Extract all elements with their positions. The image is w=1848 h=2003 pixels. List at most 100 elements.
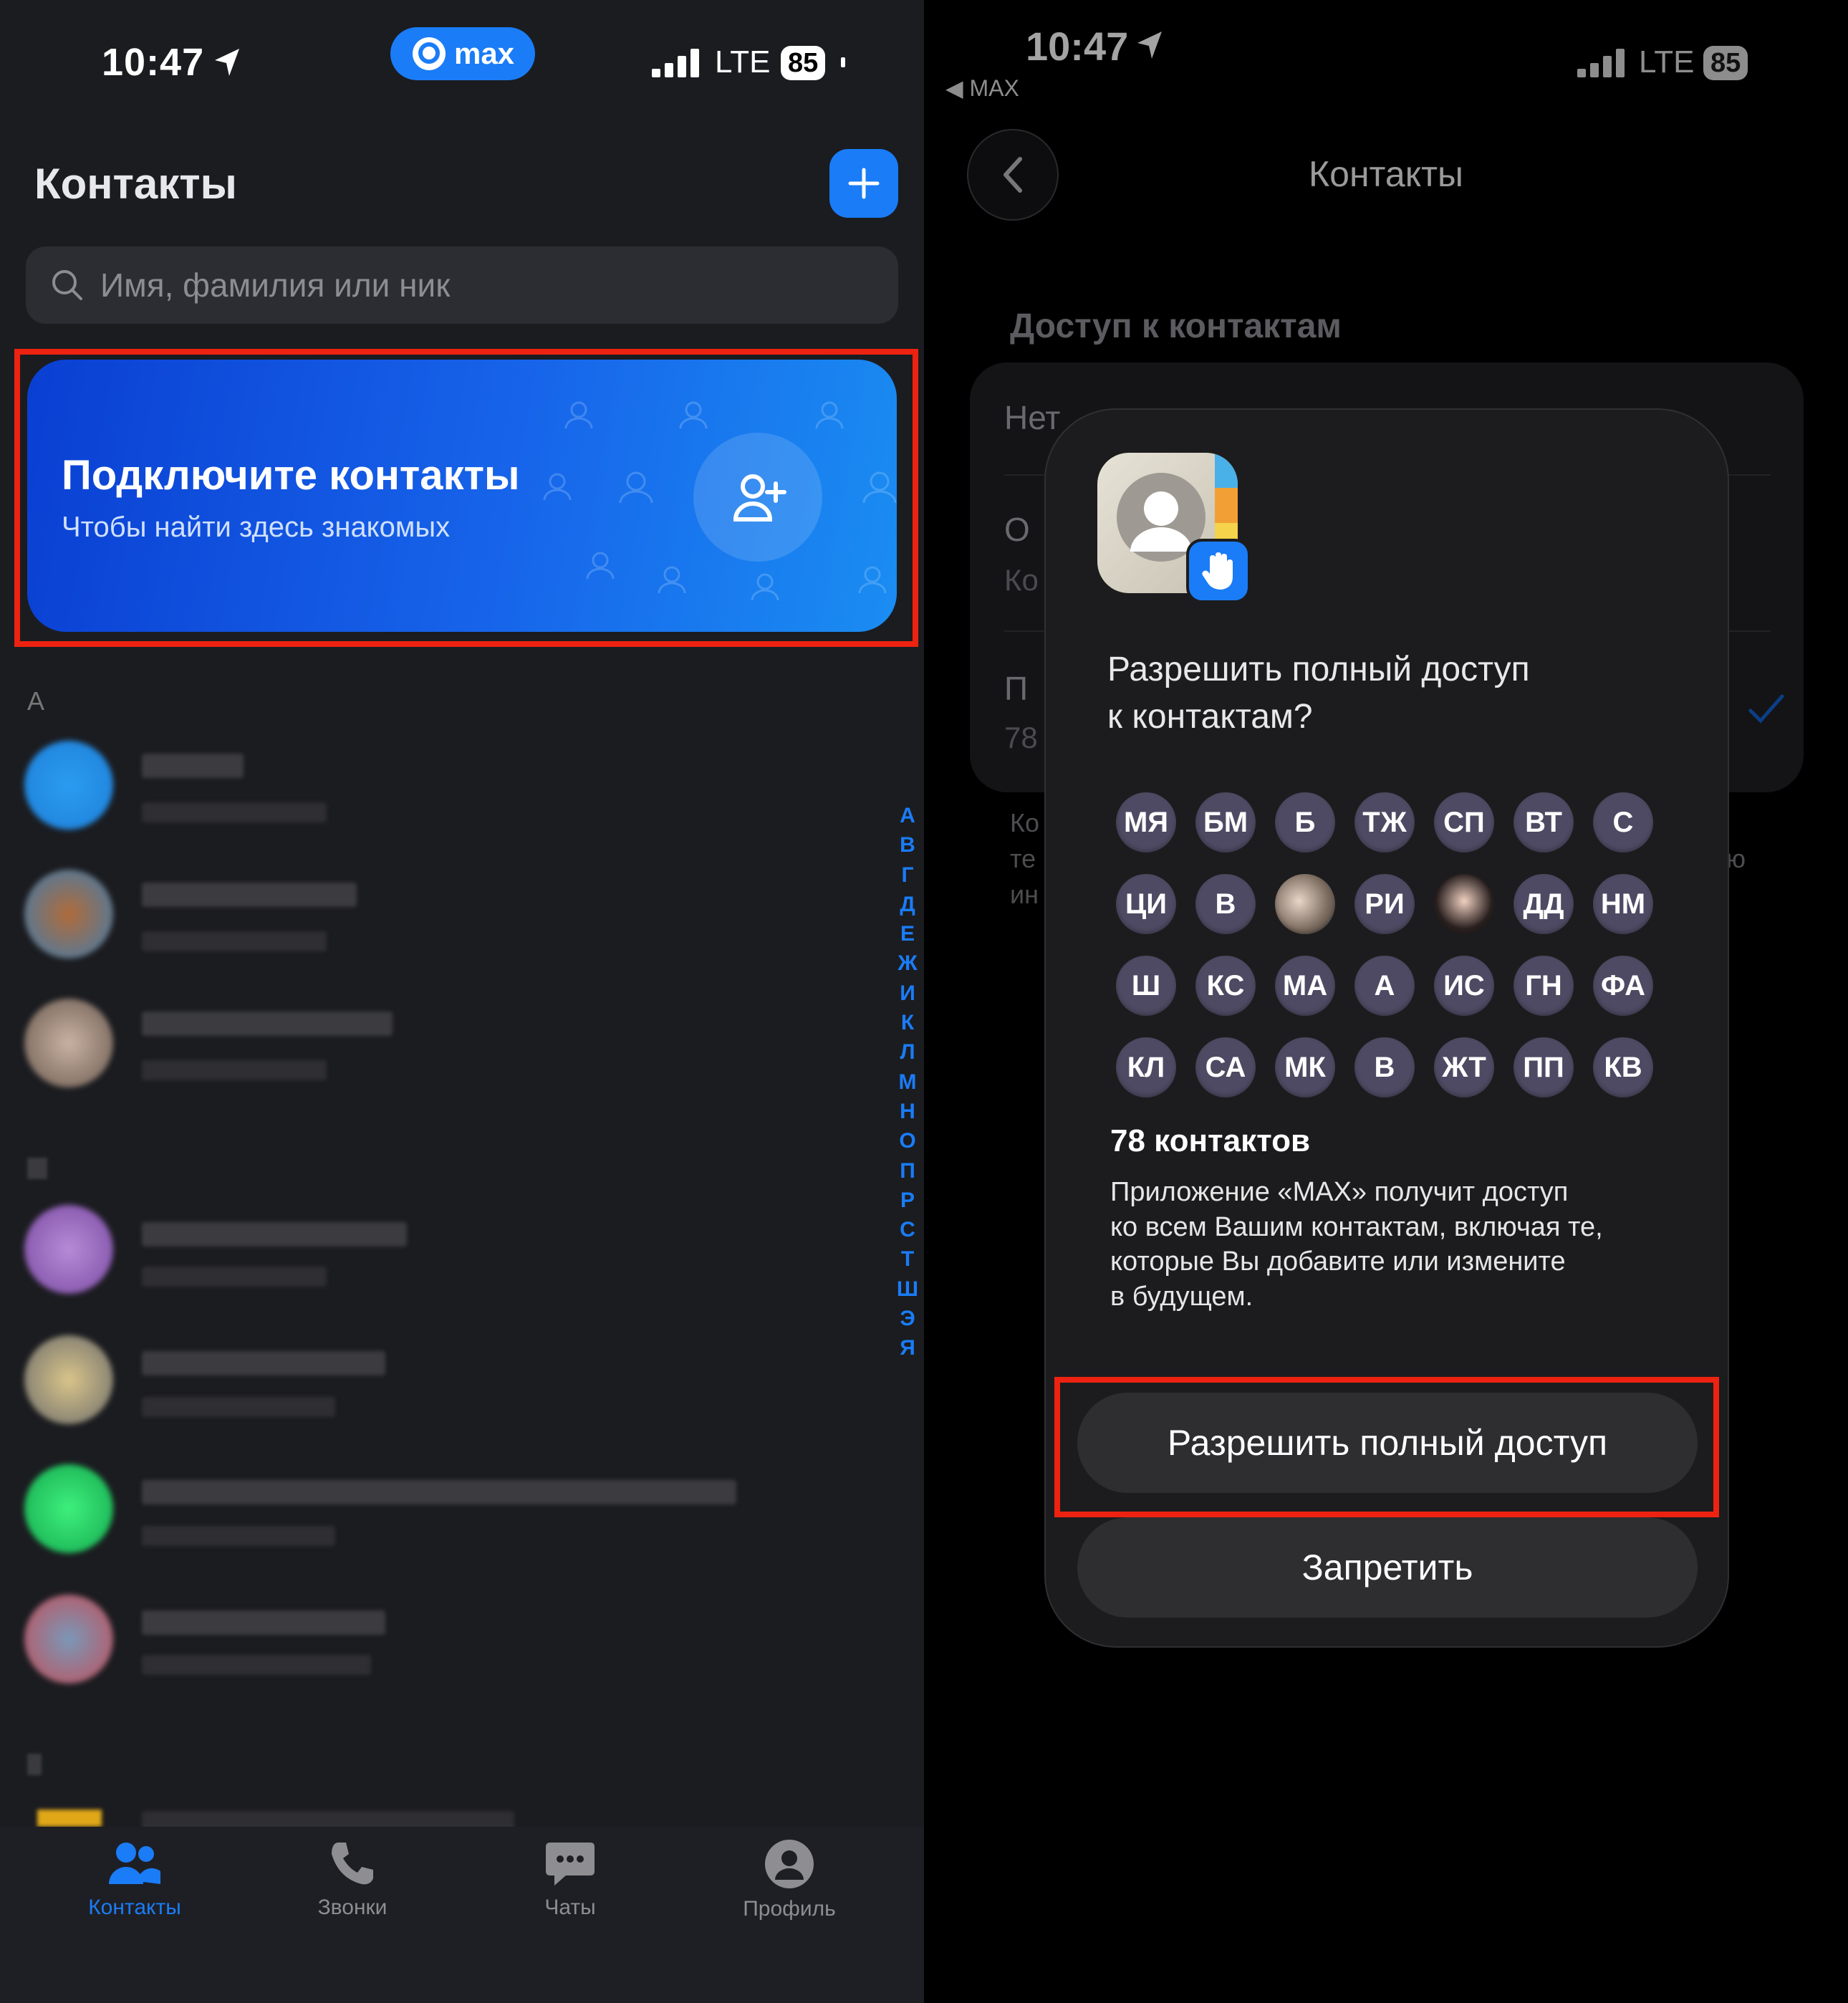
battery-level: 85	[781, 46, 826, 80]
tab-contacts[interactable]: Контакты	[42, 1838, 228, 1920]
search-input[interactable]: Имя, фамилия или ник	[26, 246, 898, 324]
contact-initials-avatar: Ш	[1116, 956, 1176, 1016]
alphabet-letter[interactable]: И	[900, 979, 915, 1008]
tab-profile-label: Профиль	[743, 1897, 836, 1921]
back-to-app[interactable]: ◀ MAX	[945, 75, 1019, 102]
dialog-body-line2: ко всем Вашим контактам, включая те,	[1110, 1211, 1603, 1242]
alphabet-letter[interactable]: Д	[900, 890, 915, 919]
contact-initials-avatar: МК	[1275, 1037, 1335, 1097]
dialog-body: Приложение «MAX» получит доступ ко всем …	[1110, 1175, 1683, 1314]
contacts-icon	[109, 1843, 160, 1884]
battery-cap	[841, 57, 845, 67]
alphabet-letter[interactable]: С	[900, 1215, 915, 1244]
alphabet-letter[interactable]: П	[900, 1156, 915, 1186]
tab-calls-label: Звонки	[317, 1896, 388, 1919]
alphabet-letter[interactable]: Ж	[897, 948, 917, 978]
tab-chats[interactable]: Чаты	[477, 1838, 663, 1920]
contact-detail-blurred	[142, 1060, 327, 1080]
contact-initials-avatar: КЛ	[1116, 1037, 1176, 1097]
contact-avatar[interactable]	[24, 1595, 113, 1683]
connect-contacts-banner[interactable]: Подключите контакты Чтобы найти здесь зн…	[27, 360, 897, 632]
section-title: Доступ к контактам	[1010, 307, 1342, 345]
option-partial-sub: Ко	[1004, 563, 1039, 597]
contact-initials-avatar: ФА	[1593, 956, 1653, 1016]
option-none[interactable]: Нет	[1004, 398, 1060, 437]
contact-initials-avatar: ИС	[1434, 956, 1494, 1016]
contact-initials-avatar: НМ	[1593, 874, 1653, 934]
contact-initials-avatar: МЯ	[1116, 792, 1176, 852]
alphabet-index[interactable]: АВГДЕЖИКЛМНОПРСТШЭЯ	[897, 801, 918, 1363]
alphabet-letter[interactable]: М	[899, 1067, 917, 1097]
search-placeholder: Имя, фамилия или ник	[100, 266, 451, 304]
dialog-body-line3: которые Вы добавите или измените	[1110, 1247, 1566, 1277]
alphabet-letter[interactable]: Г	[901, 860, 913, 890]
contact-detail-blurred	[142, 1267, 327, 1287]
deny-button[interactable]: Запретить	[1077, 1517, 1698, 1618]
dialog-body-line1: Приложение «MAX» получит доступ	[1110, 1177, 1569, 1207]
banner-subtitle: Чтобы найти здесь знакомых	[62, 511, 451, 543]
phone-icon	[332, 1843, 373, 1885]
alphabet-letter[interactable]: В	[900, 830, 915, 860]
dialog-body-line4: в будущем.	[1110, 1281, 1253, 1312]
alphabet-letter[interactable]: Л	[900, 1037, 915, 1067]
alphabet-letter[interactable]: О	[899, 1126, 915, 1156]
section-header-blurred	[27, 1754, 42, 1775]
tab-calls[interactable]: Звонки	[259, 1838, 446, 1920]
note-line: ин	[1010, 880, 1039, 909]
tab-chats-label: Чаты	[544, 1896, 596, 1919]
contact-initials-avatar: ЦИ	[1116, 874, 1176, 934]
contact-avatar[interactable]	[24, 870, 113, 959]
alphabet-letter[interactable]: А	[900, 801, 915, 830]
add-person-button[interactable]	[693, 433, 822, 562]
alphabet-letter[interactable]: К	[901, 1008, 914, 1037]
alphabet-letter[interactable]: Т	[901, 1244, 914, 1274]
contact-name-blurred[interactable]	[142, 883, 357, 907]
checkmark-icon	[1748, 694, 1784, 724]
contact-name-blurred[interactable]	[142, 754, 244, 778]
contact-initials-avatar: С	[1593, 792, 1653, 852]
alphabet-letter[interactable]: Я	[900, 1333, 915, 1363]
contact-name-blurred[interactable]	[142, 1480, 736, 1504]
contact-name-blurred[interactable]	[142, 1222, 407, 1247]
alphabet-letter[interactable]: Е	[900, 919, 915, 948]
contact-name-blurred[interactable]	[142, 1012, 393, 1036]
contact-initials-avatar: ВТ	[1513, 792, 1574, 852]
add-contact-button[interactable]	[829, 149, 898, 218]
contact-photo-avatar	[1275, 874, 1335, 934]
contact-initials-avatar: СА	[1195, 1037, 1256, 1097]
tab-contacts-label: Контакты	[88, 1896, 181, 1919]
alphabet-letter[interactable]: Э	[900, 1304, 915, 1333]
contact-detail-blurred	[142, 1397, 335, 1417]
app-pill-label: max	[453, 37, 515, 70]
search-icon	[52, 270, 82, 300]
battery-level: 85	[1703, 46, 1748, 80]
signal-icon	[1577, 49, 1625, 77]
contact-name-blurred[interactable]	[142, 1610, 385, 1635]
contact-avatar[interactable]	[24, 1335, 113, 1424]
add-person-icon	[733, 474, 786, 522]
alphabet-letter[interactable]: Ш	[897, 1274, 918, 1304]
contact-avatar-partial	[37, 1810, 102, 1827]
contact-avatar[interactable]	[24, 741, 113, 830]
contact-avatar[interactable]	[24, 1464, 113, 1553]
location-arrow-icon	[215, 49, 239, 76]
app-pill[interactable]: max	[390, 27, 535, 80]
alphabet-letter[interactable]: Н	[900, 1097, 915, 1126]
status-time: 10:47	[1026, 24, 1129, 69]
contact-initials-avatar: ТЖ	[1354, 792, 1415, 852]
contact-avatar[interactable]	[24, 999, 113, 1087]
dialog-question-line1: Разрешить полный доступ	[1107, 650, 1530, 688]
contact-detail-blurred	[142, 1655, 371, 1675]
option-full-sub: 78	[1004, 721, 1038, 754]
option-full[interactable]: П	[1004, 669, 1028, 708]
tab-profile[interactable]: Профиль	[696, 1838, 882, 1921]
contact-detail-blurred	[142, 1526, 335, 1546]
contact-initials-avatar: РИ	[1354, 874, 1415, 934]
contact-name-blurred[interactable]	[142, 1351, 385, 1375]
alphabet-letter[interactable]: Р	[900, 1186, 915, 1215]
option-partial[interactable]: О	[1004, 510, 1030, 549]
note-line: Ко	[1010, 808, 1039, 837]
contact-avatar[interactable]	[24, 1205, 113, 1294]
chat-icon	[546, 1843, 595, 1886]
profile-icon	[765, 1840, 814, 1888]
